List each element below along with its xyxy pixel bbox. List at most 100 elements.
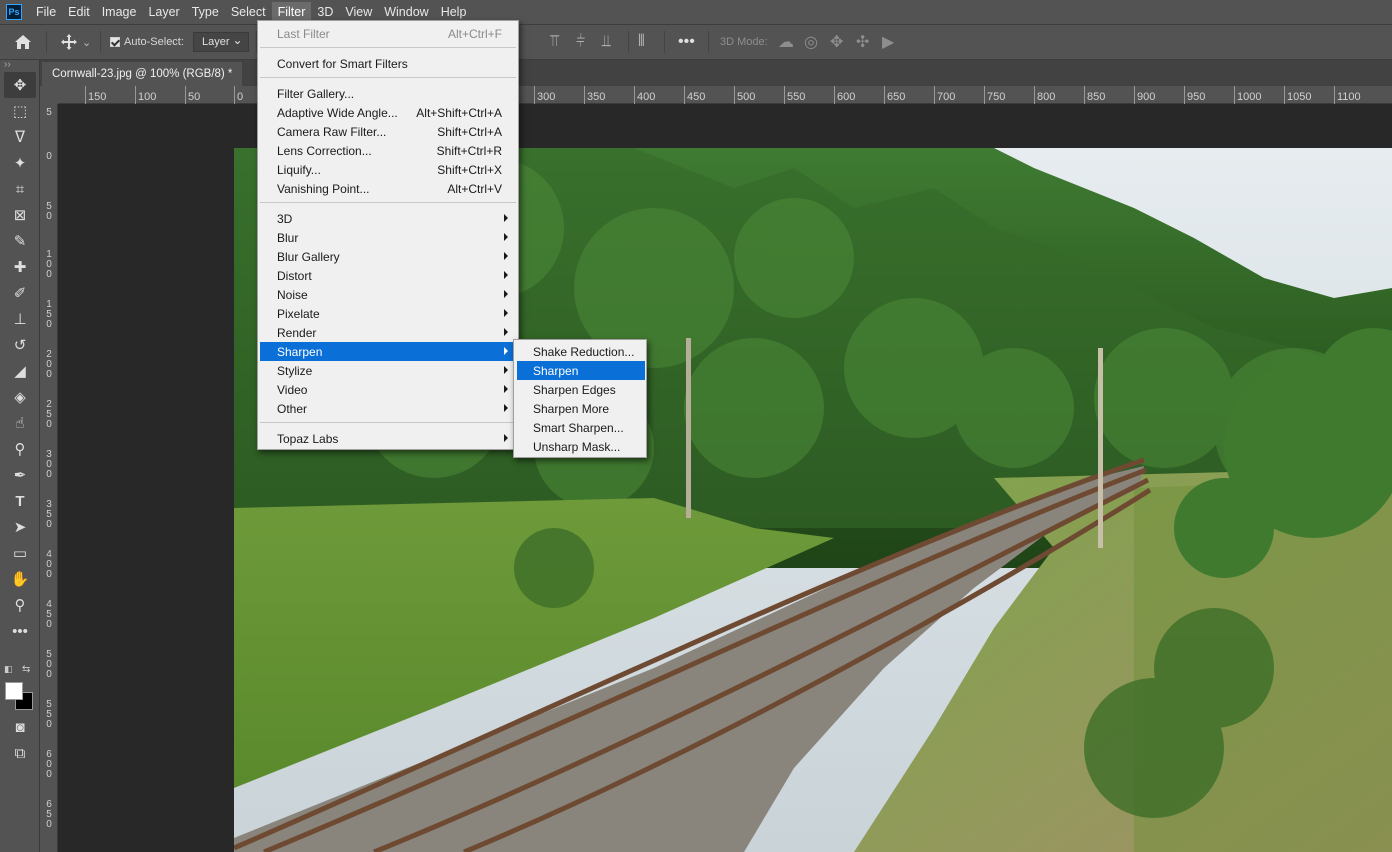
history-brush-icon[interactable]: ↺ (4, 332, 36, 358)
brush-tool-icon[interactable]: ✐ (4, 280, 36, 306)
eyedropper-icon[interactable]: ✎ (4, 228, 36, 254)
document-tab[interactable]: Cornwall-23.jpg @ 100% (RGB/8) * (42, 62, 243, 86)
shape-tool-icon[interactable]: ▭ (4, 540, 36, 566)
auto-select-checkbox[interactable]: Auto-Select: (110, 25, 184, 59)
menu-type[interactable]: Type (186, 2, 225, 22)
menu-3d[interactable]: 3D (311, 2, 339, 22)
distribute-icon[interactable]: ⫴ (638, 25, 645, 59)
clone-stamp-icon[interactable]: ⊥ (4, 306, 36, 332)
menu-image[interactable]: Image (96, 2, 143, 22)
menu-view[interactable]: View (339, 2, 378, 22)
menu-item-noise[interactable]: Noise (260, 285, 516, 304)
ruler-label: 0 (46, 151, 52, 162)
menu-item-stylize[interactable]: Stylize (260, 361, 516, 380)
menu-file[interactable]: File (30, 2, 62, 22)
swap-colors-icon[interactable]: ⇆ (22, 664, 30, 675)
divider (46, 31, 47, 53)
magic-wand-icon[interactable]: ✦ (4, 150, 36, 176)
submenu-item-sharpen[interactable]: Sharpen (517, 361, 645, 380)
menu-item-label: 3D (277, 211, 293, 226)
submenu-item-smart-sharpen[interactable]: Smart Sharpen... (517, 418, 645, 437)
ruler-label: 400 (634, 86, 655, 104)
ruler-label: 450 (684, 86, 705, 104)
menu-select[interactable]: Select (225, 2, 272, 22)
menu-item-pixelate[interactable]: Pixelate (260, 304, 516, 323)
zoom-tool-icon[interactable]: ⚲ (4, 592, 36, 618)
submenu-item-sharpen-edges[interactable]: Sharpen Edges (517, 380, 645, 399)
menu-item-lens-correction[interactable]: Lens Correction... Shift+Ctrl+R (260, 141, 516, 160)
menu-item-topaz-labs[interactable]: Topaz Labs (260, 429, 516, 448)
dodge-tool-icon[interactable]: ⚲ (4, 436, 36, 462)
healing-brush-icon[interactable]: ✚ (4, 254, 36, 280)
marquee-tool-icon[interactable]: ⬚ (4, 98, 36, 124)
3d-orbit-icon[interactable]: ☁ (778, 25, 794, 59)
menu-item-video[interactable]: Video (260, 380, 516, 399)
menu-item-label: Other (277, 401, 308, 416)
screen-mode-icon[interactable]: ⧉ (4, 740, 36, 766)
submenu-item-unsharp-mask[interactable]: Unsharp Mask... (517, 437, 645, 456)
more-options-icon[interactable]: ••• (678, 25, 695, 59)
foreground-color-swatch[interactable] (5, 682, 23, 700)
menu-help[interactable]: Help (435, 2, 473, 22)
document-tab-strip: Cornwall-23.jpg @ 100% (RGB/8) * (40, 60, 1392, 86)
3d-camera-icon[interactable]: ▶ (882, 25, 894, 59)
menu-item-blur-gallery[interactable]: Blur Gallery (260, 247, 516, 266)
submenu-item-sharpen-more[interactable]: Sharpen More (517, 399, 645, 418)
filter-menu-dropdown: Last Filter Alt+Ctrl+F Convert for Smart… (257, 20, 519, 450)
eraser-icon[interactable]: ◢ (4, 358, 36, 384)
menu-item-liquify[interactable]: Liquify... Shift+Ctrl+X (260, 160, 516, 179)
auto-select-label: Auto-Select: (124, 36, 184, 48)
3d-slide-icon[interactable]: ✣ (856, 25, 869, 59)
align-top-icon[interactable]: ⫪ (550, 25, 559, 59)
menu-filter[interactable]: Filter (271, 2, 312, 22)
menu-item-adaptive-wide-angle[interactable]: Adaptive Wide Angle... Alt+Shift+Ctrl+A (260, 103, 516, 122)
menu-item-3d[interactable]: 3D (260, 209, 516, 228)
3d-pan-icon[interactable]: ✥ (830, 25, 843, 59)
hand-tool-icon[interactable]: ✋ (4, 566, 36, 592)
ruler-label: 350 (584, 86, 605, 104)
menu-item-convert-smart-filters[interactable]: Convert for Smart Filters (260, 54, 516, 73)
ruler-label: 600 (834, 86, 855, 104)
frame-tool-icon[interactable]: ⊠ (4, 202, 36, 228)
3d-roll-icon[interactable]: ◎ (804, 25, 818, 59)
quick-mask-icon[interactable]: ◙ (4, 714, 36, 740)
layer-select[interactable]: Layer (193, 32, 249, 52)
path-selection-icon[interactable]: ➤ (4, 514, 36, 540)
menu-edit[interactable]: Edit (62, 2, 96, 22)
photoshop-logo-icon: Ps (6, 4, 22, 20)
ruler-label: 900 (1134, 86, 1155, 104)
menu-item-blur[interactable]: Blur (260, 228, 516, 247)
menu-layer[interactable]: Layer (142, 2, 185, 22)
menu-item-last-filter: Last Filter Alt+Ctrl+F (260, 24, 516, 43)
divider (100, 31, 101, 53)
align-bottom-icon[interactable]: ⫫ (602, 25, 611, 59)
edit-toolbar-icon[interactable]: ••• (4, 618, 36, 644)
pen-tool-icon[interactable]: ✒ (4, 462, 36, 488)
menu-item-label: Distort (277, 268, 312, 283)
smudge-tool-icon[interactable]: ☝ (4, 410, 36, 436)
paint-bucket-icon[interactable]: ◈ (4, 384, 36, 410)
panel-grip-icon[interactable]: ›› (0, 60, 39, 72)
ruler-label: 5 0 0 (46, 649, 52, 680)
align-middle-icon[interactable]: ⫩ (576, 25, 585, 59)
menu-item-label: Video (277, 382, 308, 397)
shortcut-label: Shift+Ctrl+R (436, 143, 502, 158)
menu-window[interactable]: Window (378, 2, 434, 22)
submenu-item-shake-reduction[interactable]: Shake Reduction... (517, 342, 645, 361)
lasso-tool-icon[interactable]: ᐁ (4, 124, 36, 150)
home-icon[interactable] (14, 25, 32, 59)
move-tool-preset-icon[interactable]: ⌄ (60, 25, 91, 59)
menu-item-other[interactable]: Other (260, 399, 516, 418)
type-tool-icon[interactable]: T (4, 488, 36, 514)
menu-item-render[interactable]: Render (260, 323, 516, 342)
menu-separator (260, 77, 516, 78)
menu-item-vanishing-point[interactable]: Vanishing Point... Alt+Ctrl+V (260, 179, 516, 198)
crop-tool-icon[interactable]: ⌗ (4, 176, 36, 202)
move-tool-icon[interactable]: ✥ (4, 72, 36, 98)
menu-item-filter-gallery[interactable]: Filter Gallery... (260, 84, 516, 103)
menu-item-distort[interactable]: Distort (260, 266, 516, 285)
default-colors-icon[interactable]: ◧ (4, 664, 13, 675)
menu-item-camera-raw[interactable]: Camera Raw Filter... Shift+Ctrl+A (260, 122, 516, 141)
menu-item-sharpen[interactable]: Sharpen (260, 342, 516, 361)
checkbox-checked-icon (110, 37, 120, 47)
